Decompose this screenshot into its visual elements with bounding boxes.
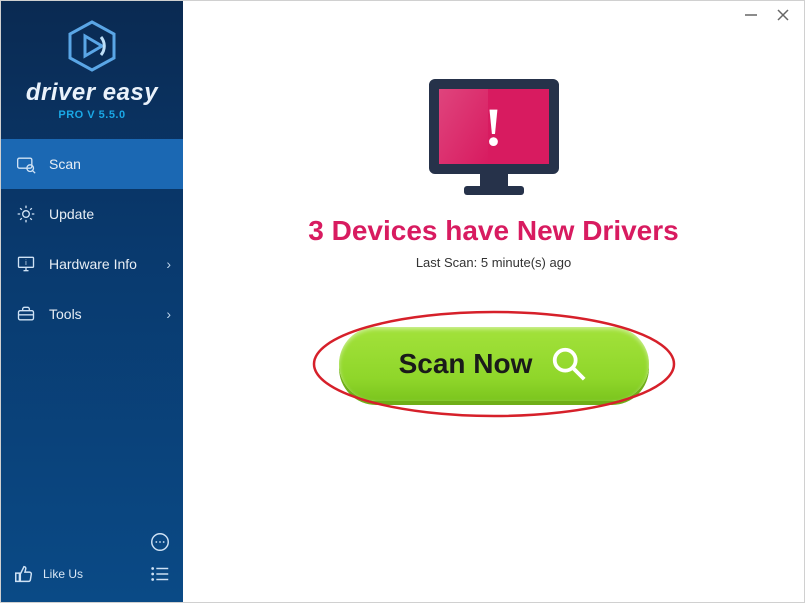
monitor-info-icon: i	[15, 253, 37, 275]
magnifier-icon	[550, 345, 588, 383]
thumbs-up-icon	[13, 563, 35, 585]
chevron-right-icon: ›	[166, 306, 171, 322]
like-us-label: Like Us	[43, 567, 83, 581]
sidebar-item-update[interactable]: Update	[1, 189, 183, 239]
sidebar-bottom: Like Us	[1, 517, 183, 602]
brand-block: driver easy PRO V 5.5.0	[1, 1, 183, 131]
scan-button-area: Scan Now	[314, 304, 674, 424]
sidebar-item-label: Hardware Info	[49, 256, 137, 272]
sidebar-item-label: Scan	[49, 156, 81, 172]
sidebar-item-scan[interactable]: Scan	[1, 139, 183, 189]
scan-now-label: Scan Now	[399, 348, 533, 380]
app-window: driver easy PRO V 5.5.0 Scan Update i	[0, 0, 805, 603]
alert-monitor-graphic: !	[424, 79, 564, 195]
exclamation-icon: !	[485, 96, 503, 158]
window-controls	[744, 1, 804, 29]
svg-text:i: i	[25, 258, 27, 267]
brand-name: driver easy	[1, 79, 183, 107]
sidebar: driver easy PRO V 5.5.0 Scan Update i	[1, 1, 183, 602]
brand-version: PRO V 5.5.0	[1, 109, 183, 121]
monitor-screen: !	[429, 79, 559, 174]
sidebar-item-label: Update	[49, 206, 94, 222]
close-button[interactable]	[776, 8, 790, 22]
chevron-right-icon: ›	[166, 256, 171, 272]
monitor-stand	[480, 174, 508, 186]
sidebar-item-hardware-info[interactable]: i Hardware Info ›	[1, 239, 183, 289]
menu-list-icon[interactable]	[149, 563, 171, 585]
sidebar-item-label: Tools	[49, 306, 82, 322]
scan-now-button[interactable]: Scan Now	[339, 327, 649, 401]
feedback-icon[interactable]	[149, 531, 171, 553]
sidebar-nav: Scan Update i Hardware Info › Tools	[1, 139, 183, 339]
minimize-button[interactable]	[744, 8, 758, 22]
scan-headline: 3 Devices have New Drivers	[308, 215, 678, 247]
logo-icon	[65, 19, 119, 73]
monitor-base	[464, 186, 524, 195]
gear-icon	[15, 203, 37, 225]
main-panel: ! 3 Devices have New Drivers Last Scan: …	[183, 1, 804, 602]
last-scan-text: Last Scan: 5 minute(s) ago	[416, 255, 571, 270]
scan-icon	[15, 153, 37, 175]
toolbox-icon	[15, 303, 37, 325]
like-us-button[interactable]: Like Us	[13, 563, 83, 585]
sidebar-item-tools[interactable]: Tools ›	[1, 289, 183, 339]
